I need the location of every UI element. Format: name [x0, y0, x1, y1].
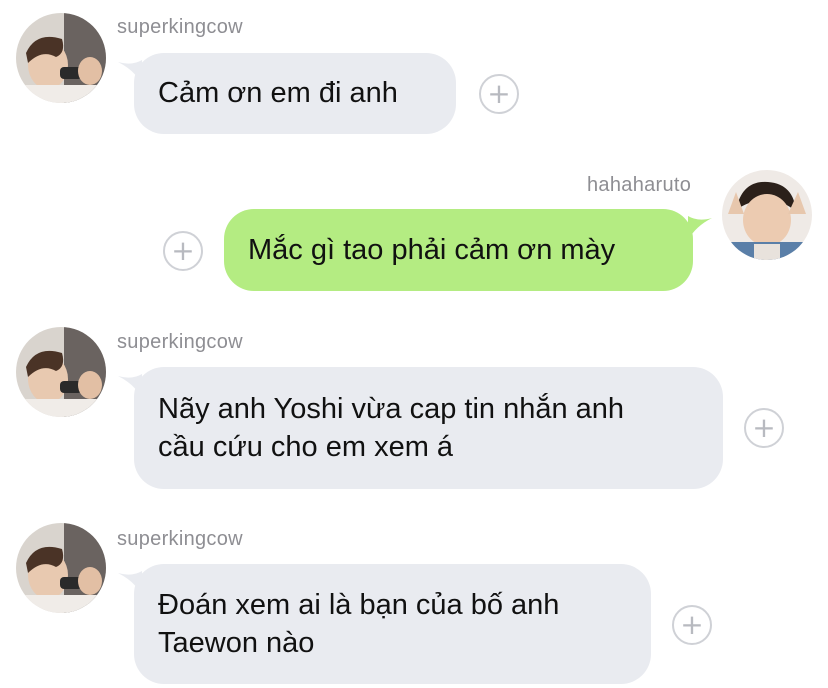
sender-username: superkingcow: [117, 16, 243, 38]
plus-circle-icon[interactable]: +: [672, 605, 712, 645]
message-text-line: Đoán xem ai là bạn của bố anh: [158, 589, 560, 621]
message-bubble[interactable]: Đoán xem ai là bạn của bố anh Taewon nào: [134, 564, 651, 684]
plus-circle-icon[interactable]: +: [744, 408, 784, 448]
avatar-hahaharuto[interactable]: [722, 170, 812, 260]
message-bubble[interactable]: Mắc gì tao phải cảm ơn mày: [224, 209, 693, 291]
sender-username: superkingcow: [117, 528, 243, 550]
message-bubble[interactable]: Nãy anh Yoshi vừa cap tin nhắn anh cầu c…: [134, 367, 723, 489]
message-text: Mắc gì tao phải cảm ơn mày: [248, 234, 616, 266]
message-bubble[interactable]: Cảm ơn em đi anh: [134, 53, 456, 134]
plus-circle-icon[interactable]: +: [163, 231, 203, 271]
sender-username: hahaharuto: [587, 174, 692, 196]
message-text-line: Taewon nào: [158, 627, 315, 659]
message-text: Cảm ơn em đi anh: [158, 77, 398, 109]
message-text-line: cầu cứu cho em xem á: [158, 431, 454, 463]
message-text-line: Nãy anh Yoshi vừa cap tin nhắn anh: [158, 393, 625, 425]
sender-username: superkingcow: [117, 331, 243, 353]
avatar-superkingcow[interactable]: [16, 327, 106, 417]
avatar-superkingcow[interactable]: [16, 523, 106, 613]
avatar-superkingcow[interactable]: [16, 13, 106, 103]
plus-circle-icon[interactable]: +: [479, 74, 519, 114]
